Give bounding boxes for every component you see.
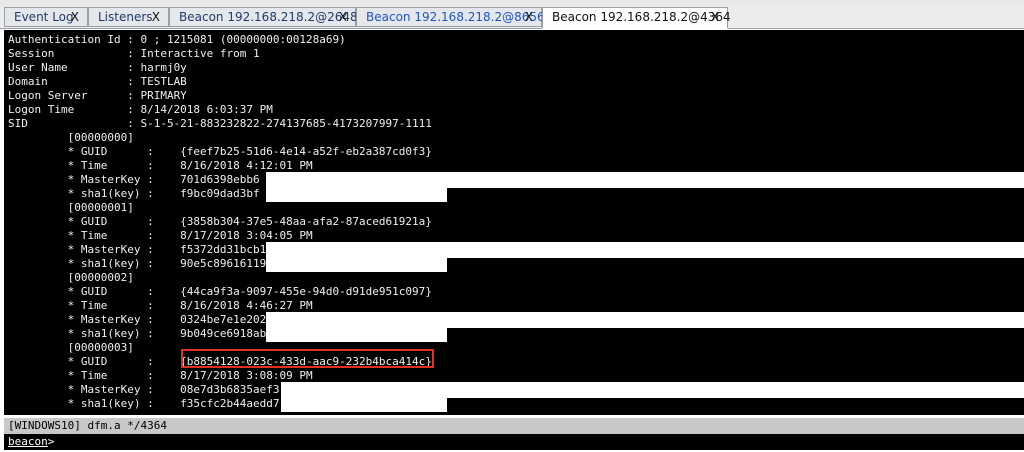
redaction-box (266, 186, 447, 202)
status-bar: [WINDOWS10] dfm.a */4364 (4, 418, 1024, 434)
prompt-suffix: > (47, 435, 55, 448)
close-icon[interactable]: X (152, 8, 160, 26)
close-icon[interactable]: X (711, 8, 719, 26)
beacon-console-output[interactable]: Authentication Id : 0 ; 1215081 (0000000… (4, 30, 1024, 415)
command-prompt[interactable]: beacon> (4, 434, 1024, 452)
prompt-label: beacon (8, 435, 48, 448)
console-line: * sha1(key) : f35cfc2b44aedd7 (8, 397, 280, 410)
redaction-box (266, 256, 447, 272)
tab-label: Beacon 192.168.218.2@4364 (552, 10, 731, 24)
tab-label: Listeners (98, 10, 153, 24)
close-icon[interactable]: X (71, 8, 79, 26)
close-icon[interactable]: X (525, 8, 533, 26)
tab-label: Beacon 192.168.218.2@2648 (179, 10, 358, 24)
tab-listeners[interactable]: Listeners X (88, 7, 169, 27)
tab-beacon-8656[interactable]: Beacon 192.168.218.2@8656 X (356, 7, 545, 27)
tab-label: Event Log (14, 10, 74, 24)
close-icon[interactable]: X (339, 8, 347, 26)
command-input[interactable] (64, 434, 1008, 452)
tab-bar: Event Log X Listeners X Beacon 192.168.2… (0, 6, 1024, 29)
redaction-box (266, 326, 447, 342)
tab-label: Beacon 192.168.218.2@8656 (366, 10, 545, 24)
tab-beacon-2648[interactable]: Beacon 192.168.218.2@2648 X (169, 7, 358, 27)
tab-event-log[interactable]: Event Log X (4, 7, 88, 27)
tab-beacon-4364[interactable]: Beacon 192.168.218.2@4364 X (542, 7, 731, 29)
guid-highlight-box (181, 349, 434, 368)
redaction-box (281, 396, 447, 412)
